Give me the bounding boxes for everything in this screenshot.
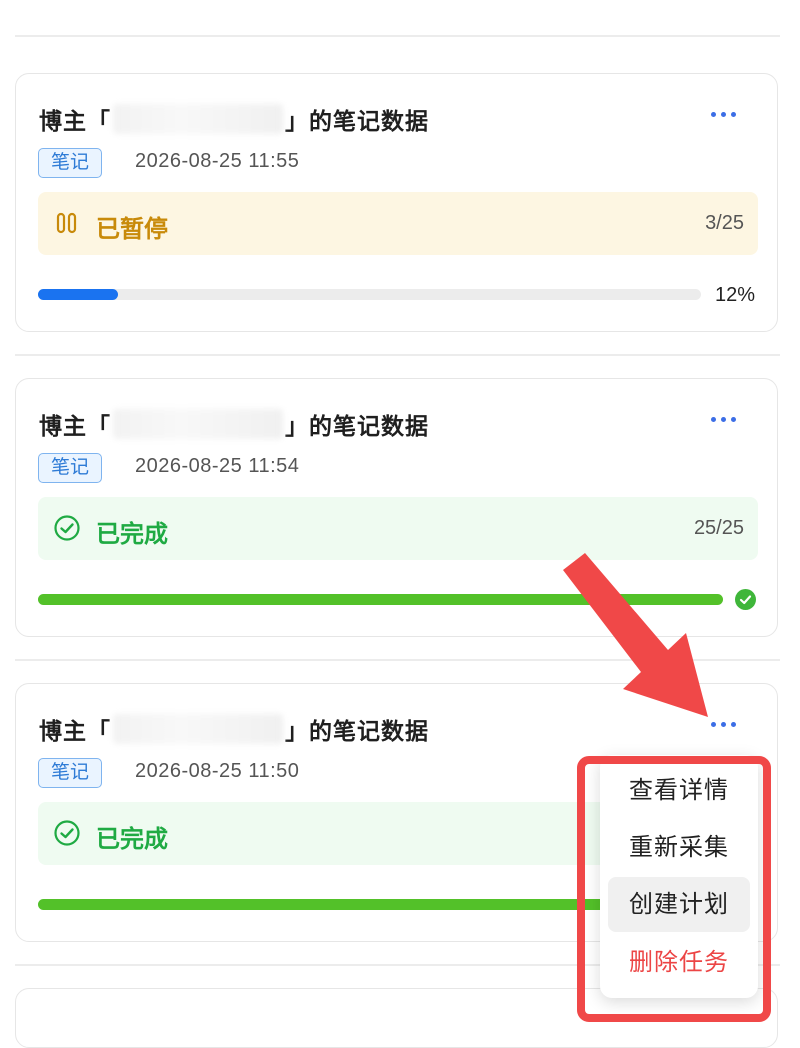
complete-check-icon [735, 589, 756, 610]
task-title: 博主「 」的笔记数据 [39, 407, 429, 441]
progress-count: 25/25 [693, 517, 744, 539]
more-options-button[interactable] [711, 415, 741, 425]
progress-count: 3/25 [705, 212, 744, 234]
note-tag: 笔记 [38, 453, 103, 483]
top-divider [15, 35, 780, 37]
menu-item-create-plan[interactable]: 创建计划 [608, 877, 750, 932]
status-label: 已完成 [96, 826, 168, 853]
pause-icon [56, 212, 77, 234]
task-time: 2026-08-25 11:54 [135, 455, 300, 477]
redacted-name [113, 104, 283, 134]
menu-item-recollect[interactable]: 重新采集 [608, 820, 750, 875]
progress-bar-fill [38, 594, 723, 605]
task-title: 博主「 」的笔记数据 [39, 712, 429, 746]
card-divider [15, 659, 780, 661]
progress-bar [38, 594, 723, 605]
progress-bar [38, 289, 701, 300]
task-title: 博主「 」的笔记数据 [39, 102, 429, 136]
task-card-1[interactable]: 博主「 」的笔记数据 笔记 2026-08-25 11:55 已暂停 3/25 1… [15, 73, 778, 332]
check-circle-icon [54, 820, 80, 846]
card-divider [15, 354, 780, 356]
more-options-menu: 查看详情 重新采集 创建计划 删除任务 [600, 755, 758, 998]
progress-bar-fill [38, 289, 118, 300]
task-time: 2026-08-25 11:50 [135, 760, 300, 782]
status-banner-paused: 已暂停 3/25 [38, 192, 758, 255]
menu-item-delete-task[interactable]: 删除任务 [608, 935, 750, 990]
task-time: 2026-08-25 11:55 [135, 150, 300, 172]
note-tag: 笔记 [38, 148, 103, 178]
note-tag: 笔记 [38, 758, 103, 788]
check-circle-icon [54, 515, 80, 541]
menu-item-view-details[interactable]: 查看详情 [608, 763, 750, 818]
status-banner-done: 已完成 25/25 [38, 497, 758, 560]
more-options-button[interactable] [711, 110, 741, 120]
redacted-name [113, 409, 283, 439]
more-options-button[interactable] [711, 720, 741, 730]
status-label: 已暂停 [96, 216, 168, 243]
redacted-name [113, 714, 283, 744]
progress-percent: 12% [714, 284, 755, 306]
status-label: 已完成 [96, 521, 168, 548]
task-card-2[interactable]: 博主「 」的笔记数据 笔记 2026-08-25 11:54 已完成 25/25 [15, 378, 778, 637]
